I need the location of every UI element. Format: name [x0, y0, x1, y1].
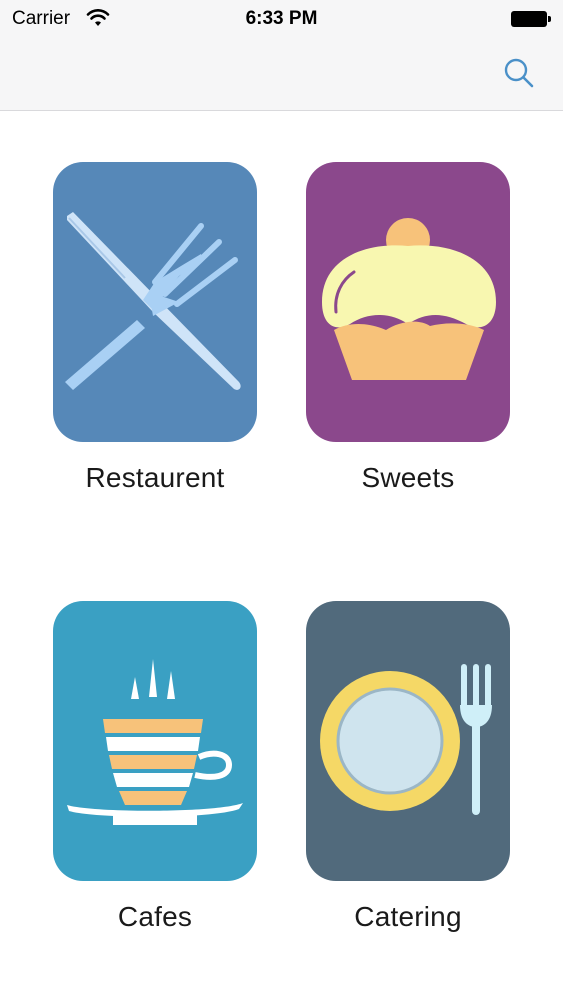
sweets-card[interactable] [306, 162, 510, 442]
cupcake-icon [322, 218, 496, 380]
plate-fork-icon [320, 664, 492, 815]
battery-icon [511, 11, 551, 27]
category-tile-restaurant[interactable]: Restaurent [53, 162, 257, 494]
catering-card[interactable] [306, 601, 510, 881]
category-tile-cafes[interactable]: Cafes [53, 601, 257, 933]
status-bar: Carrier 6:33 PM [0, 0, 563, 40]
category-tile-catering[interactable]: Catering [306, 601, 510, 933]
category-tile-sweets[interactable]: Sweets [306, 162, 510, 494]
category-label[interactable]: Cafes [53, 901, 257, 933]
navigation-bar: Carrier 6:33 PM [0, 0, 563, 111]
coffee-cup-icon [67, 659, 243, 825]
restaurant-card[interactable] [53, 162, 257, 442]
category-label[interactable]: Catering [306, 901, 510, 933]
status-time: 6:33 PM [245, 8, 318, 29]
knife-fork-icon [65, 212, 241, 390]
search-icon [504, 58, 534, 88]
category-label[interactable]: Sweets [306, 462, 510, 494]
category-label[interactable]: Restaurent [53, 462, 257, 494]
cafes-card[interactable] [53, 601, 257, 881]
search-button[interactable] [501, 56, 537, 92]
